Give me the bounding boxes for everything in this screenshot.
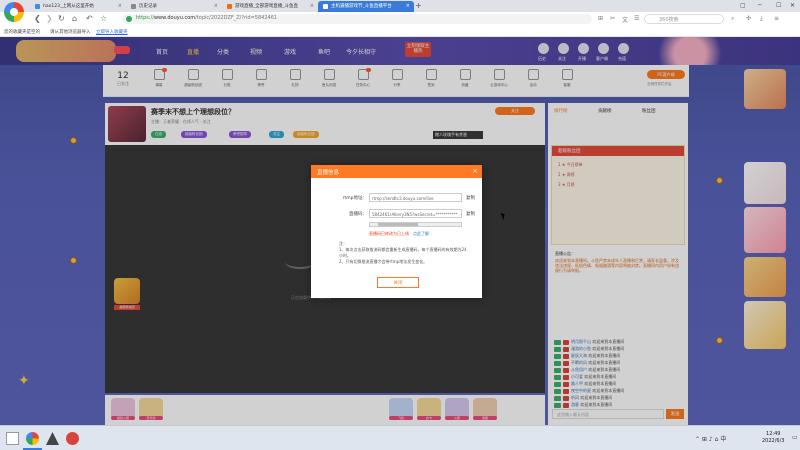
dialog-notes: 注： 1、每次点击获取推流码都会重新生成直播码，每个直播码的有效期为24小时。 …: [339, 241, 467, 264]
tab-douyu-room[interactable]: 主机逼播游戏节_斗鱼直播平台 ×: [318, 1, 414, 12]
key-warning: 直播码已修改为已上线: [369, 231, 409, 236]
close-dialog-button[interactable]: 关闭: [377, 277, 419, 288]
dialog-header: 直播信息 ×: [311, 165, 482, 178]
home-icon[interactable]: ⌂: [72, 14, 77, 23]
app-taskbar-icon[interactable]: [46, 432, 59, 445]
close-icon[interactable]: ×: [406, 3, 410, 9]
bookmark-import-hint: 请从其他浏览器导入: [50, 30, 91, 35]
bookmarks-bar: 您的收藏夹是空的 请从其他浏览器导入 立即导入收藏夹: [0, 26, 800, 37]
notification-icon[interactable]: ▭: [792, 434, 798, 441]
favicon-icon: [35, 4, 40, 9]
undo-icon[interactable]: ↶: [86, 14, 93, 23]
refresh-icon[interactable]: ↻: [58, 14, 65, 23]
close-icon[interactable]: ×: [118, 3, 122, 9]
browser-taskbar-icon[interactable]: [23, 432, 42, 450]
favicon-icon: [323, 4, 328, 9]
search-input[interactable]: 360搜索: [644, 14, 724, 24]
new-tab-button[interactable]: +: [415, 1, 422, 10]
tab-game-streams[interactable]: 游戏直播_全部游戏直播_斗鱼直 ×: [222, 1, 318, 12]
tab-hao123[interactable]: hao123_上网从这里开始 ×: [30, 1, 126, 12]
translate-icon[interactable]: 文: [622, 15, 628, 24]
windows-start-icon[interactable]: [6, 432, 19, 445]
rtmp-address-field[interactable]: rtmp://sendtc3.douyu.com/live: [369, 193, 462, 202]
address-bar: ❮ ❯ ↻ ⌂ ↶ ☆ https://www.douyu.com/topic/…: [0, 12, 800, 26]
scissors-icon[interactable]: ✂: [610, 15, 615, 22]
forward-icon[interactable]: ❯: [46, 14, 53, 23]
stream-info-dialog: 直播信息 × rtmp地址： rtmp://sendtc3.douyu.com/…: [311, 165, 482, 298]
import-bookmarks-link[interactable]: 立即导入收藏夹: [96, 29, 128, 35]
maximize-icon[interactable]: ☐: [776, 2, 781, 9]
close-icon[interactable]: ×: [310, 3, 314, 9]
copy-rtmp-button[interactable]: 复制: [466, 195, 475, 201]
stream-key-label: 直播码：: [349, 212, 367, 217]
bookmark-hint: 您的收藏夹是空的: [4, 30, 40, 35]
extensions-icon[interactable]: ☰: [634, 15, 639, 22]
browser-tabbar: hao123_上网从这里开始 × 历史记录 × 游戏直播_全部游戏直播_斗鱼直 × 主…: [0, 0, 800, 12]
favicon-icon: [227, 4, 232, 9]
obs-taskbar-icon[interactable]: [66, 432, 79, 445]
stream-key-field[interactable]: 5842461rAlkery3N5?wsSecret=***********: [369, 209, 462, 218]
history-icon: [131, 4, 136, 9]
close-icon[interactable]: ×: [472, 167, 478, 175]
grid-icon[interactable]: ⊞: [598, 15, 603, 22]
search-icon[interactable]: ⌕: [731, 15, 734, 23]
system-tray[interactable]: ⌃ ⊞ ♪ ⌂ 中: [695, 434, 726, 443]
browser-logo-icon[interactable]: [4, 2, 24, 22]
scrollbar-thumb[interactable]: [378, 223, 418, 226]
download-icon[interactable]: ⤓: [760, 15, 763, 23]
secure-icon: [126, 16, 132, 22]
copy-key-button[interactable]: 复制: [466, 211, 475, 217]
rtmp-label: rtmp地址：: [342, 196, 367, 201]
url-field[interactable]: https://www.douyu.com/topic/2022DZF_Z/?r…: [122, 14, 592, 24]
close-window-icon[interactable]: ✕: [790, 2, 795, 9]
clock[interactable]: 12:49 2022/6/3: [762, 431, 784, 445]
back-icon[interactable]: ❮: [34, 14, 41, 23]
star-icon[interactable]: ☆: [100, 14, 107, 23]
taskbar: ⌃ ⊞ ♪ ⌂ 中 12:49 2022/6/3 ▭: [0, 425, 800, 450]
menu-icon[interactable]: ≡: [774, 15, 779, 22]
puzzle-icon[interactable]: ✣: [746, 15, 751, 22]
learn-more-link[interactable]: 点此了解: [413, 231, 429, 237]
stream-key-scrollbar[interactable]: [369, 222, 462, 227]
restore-icon[interactable]: ▢: [740, 2, 746, 9]
close-icon[interactable]: ×: [214, 3, 218, 9]
tab-history[interactable]: 历史记录 ×: [126, 1, 222, 12]
minimize-icon[interactable]: ─: [758, 2, 762, 9]
